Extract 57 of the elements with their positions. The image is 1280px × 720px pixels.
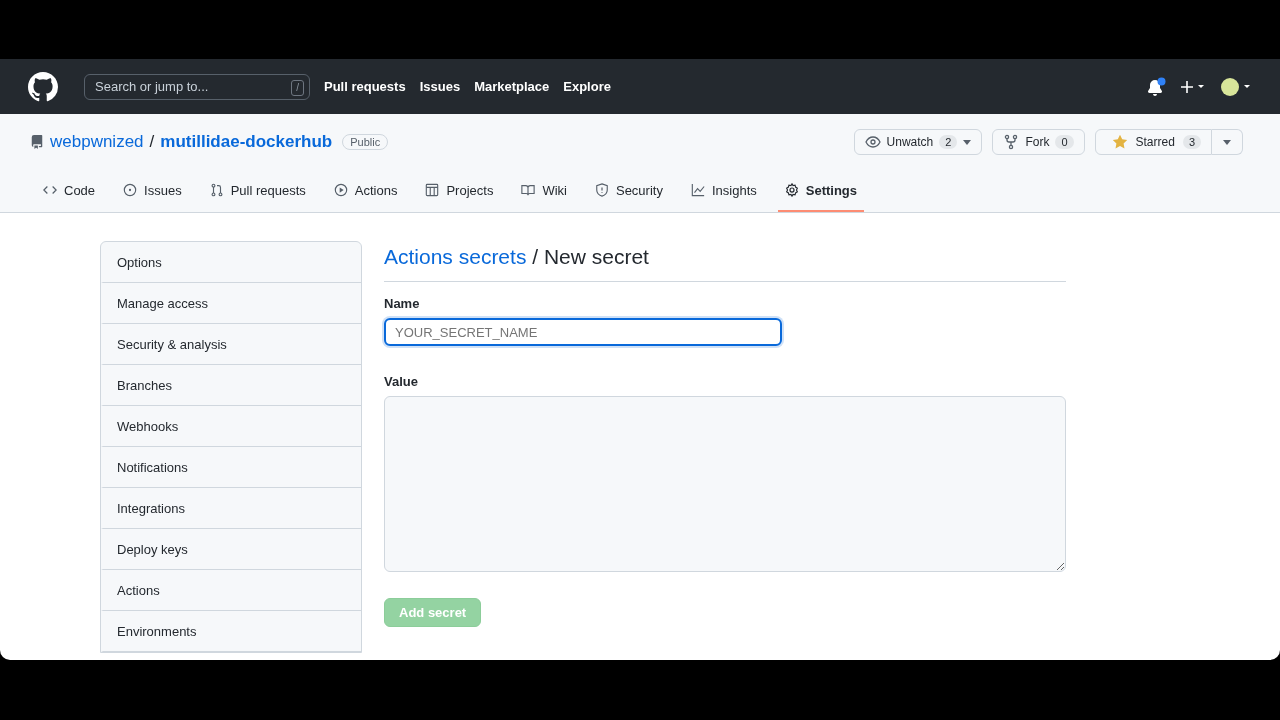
sidebar-item[interactable]: Actions (101, 570, 361, 611)
plus-dropdown-icon[interactable] (1180, 78, 1206, 95)
repo-tab[interactable]: Actions (326, 170, 405, 212)
octocat-logo-icon[interactable] (28, 71, 58, 102)
repo-tab[interactable]: Pull requests (202, 170, 313, 212)
sidebar-item[interactable]: Security & analysis (101, 324, 361, 365)
count-badge: 3 (1182, 135, 1201, 149)
breadcrumb-link[interactable]: Actions secrets (384, 245, 527, 268)
sidebar-item[interactable]: Environments (101, 611, 361, 652)
count-badge: 2 (939, 135, 958, 149)
sidebar-item[interactable]: Webhooks (101, 406, 361, 447)
repo-tab[interactable]: Code (36, 170, 103, 212)
pulls-icon (209, 183, 224, 197)
name-label: Name (384, 296, 421, 311)
avatar-dropdown-icon[interactable] (1220, 76, 1252, 97)
eye-icon (864, 134, 881, 150)
nav-link[interactable]: Marketplace (474, 79, 550, 94)
count-badge: 0 (1055, 135, 1074, 149)
wiki-icon (521, 183, 536, 197)
projects-icon (425, 183, 440, 197)
sidebar-item[interactable]: Options (101, 242, 361, 283)
shortcut-key: / (291, 79, 304, 96)
repo-tab[interactable]: Issues (116, 170, 189, 212)
sidebar-item[interactable]: Branches (101, 365, 361, 406)
repo-tab[interactable]: Insights (683, 170, 764, 212)
issues-icon (123, 183, 138, 197)
repo-tab[interactable]: Wiki (514, 170, 574, 212)
repo-owner-link[interactable]: webpwnized (50, 132, 144, 152)
sidebar-item[interactable]: Deploy keys (101, 529, 361, 570)
notification-bell-icon[interactable] (1147, 77, 1166, 96)
nav-link[interactable]: Pull requests (324, 79, 406, 94)
code-icon (43, 183, 57, 197)
path-separator: / (149, 132, 155, 152)
repo-tab[interactable]: Projects (418, 170, 501, 212)
repository-icon (30, 135, 44, 149)
repo-tab[interactable]: Security (587, 170, 670, 212)
star-icon (1111, 134, 1128, 150)
security-icon (594, 183, 609, 197)
sidebar-item[interactable]: Integrations (101, 488, 361, 529)
nav-link[interactable]: Explore (563, 79, 611, 94)
fork-icon (1003, 134, 1020, 150)
caret-down-icon (1223, 139, 1231, 145)
repo-name-link[interactable]: mutillidae-dockerhub (160, 132, 333, 152)
settings-icon (784, 183, 799, 197)
sidebar-item[interactable]: Notifications (101, 447, 361, 488)
repo-tab[interactable]: Settings (777, 170, 865, 212)
starred-button[interactable]: Starred 3 (1094, 129, 1212, 155)
nav-link[interactable]: Issues (419, 79, 461, 94)
page-title: Actions secrets / New secret (384, 245, 1066, 282)
star-menu-button[interactable] (1212, 129, 1243, 155)
unwatch-button[interactable]: Unwatch 2 (853, 129, 983, 155)
actions-icon (333, 183, 348, 197)
value-label: Value (384, 374, 419, 389)
insights-icon (690, 183, 705, 197)
name-input-field[interactable]: YOUR_SECRET_NAME (384, 318, 782, 346)
sidebar-item[interactable]: Manage access (101, 283, 361, 324)
fork-button[interactable]: Fork 0 (992, 129, 1085, 155)
